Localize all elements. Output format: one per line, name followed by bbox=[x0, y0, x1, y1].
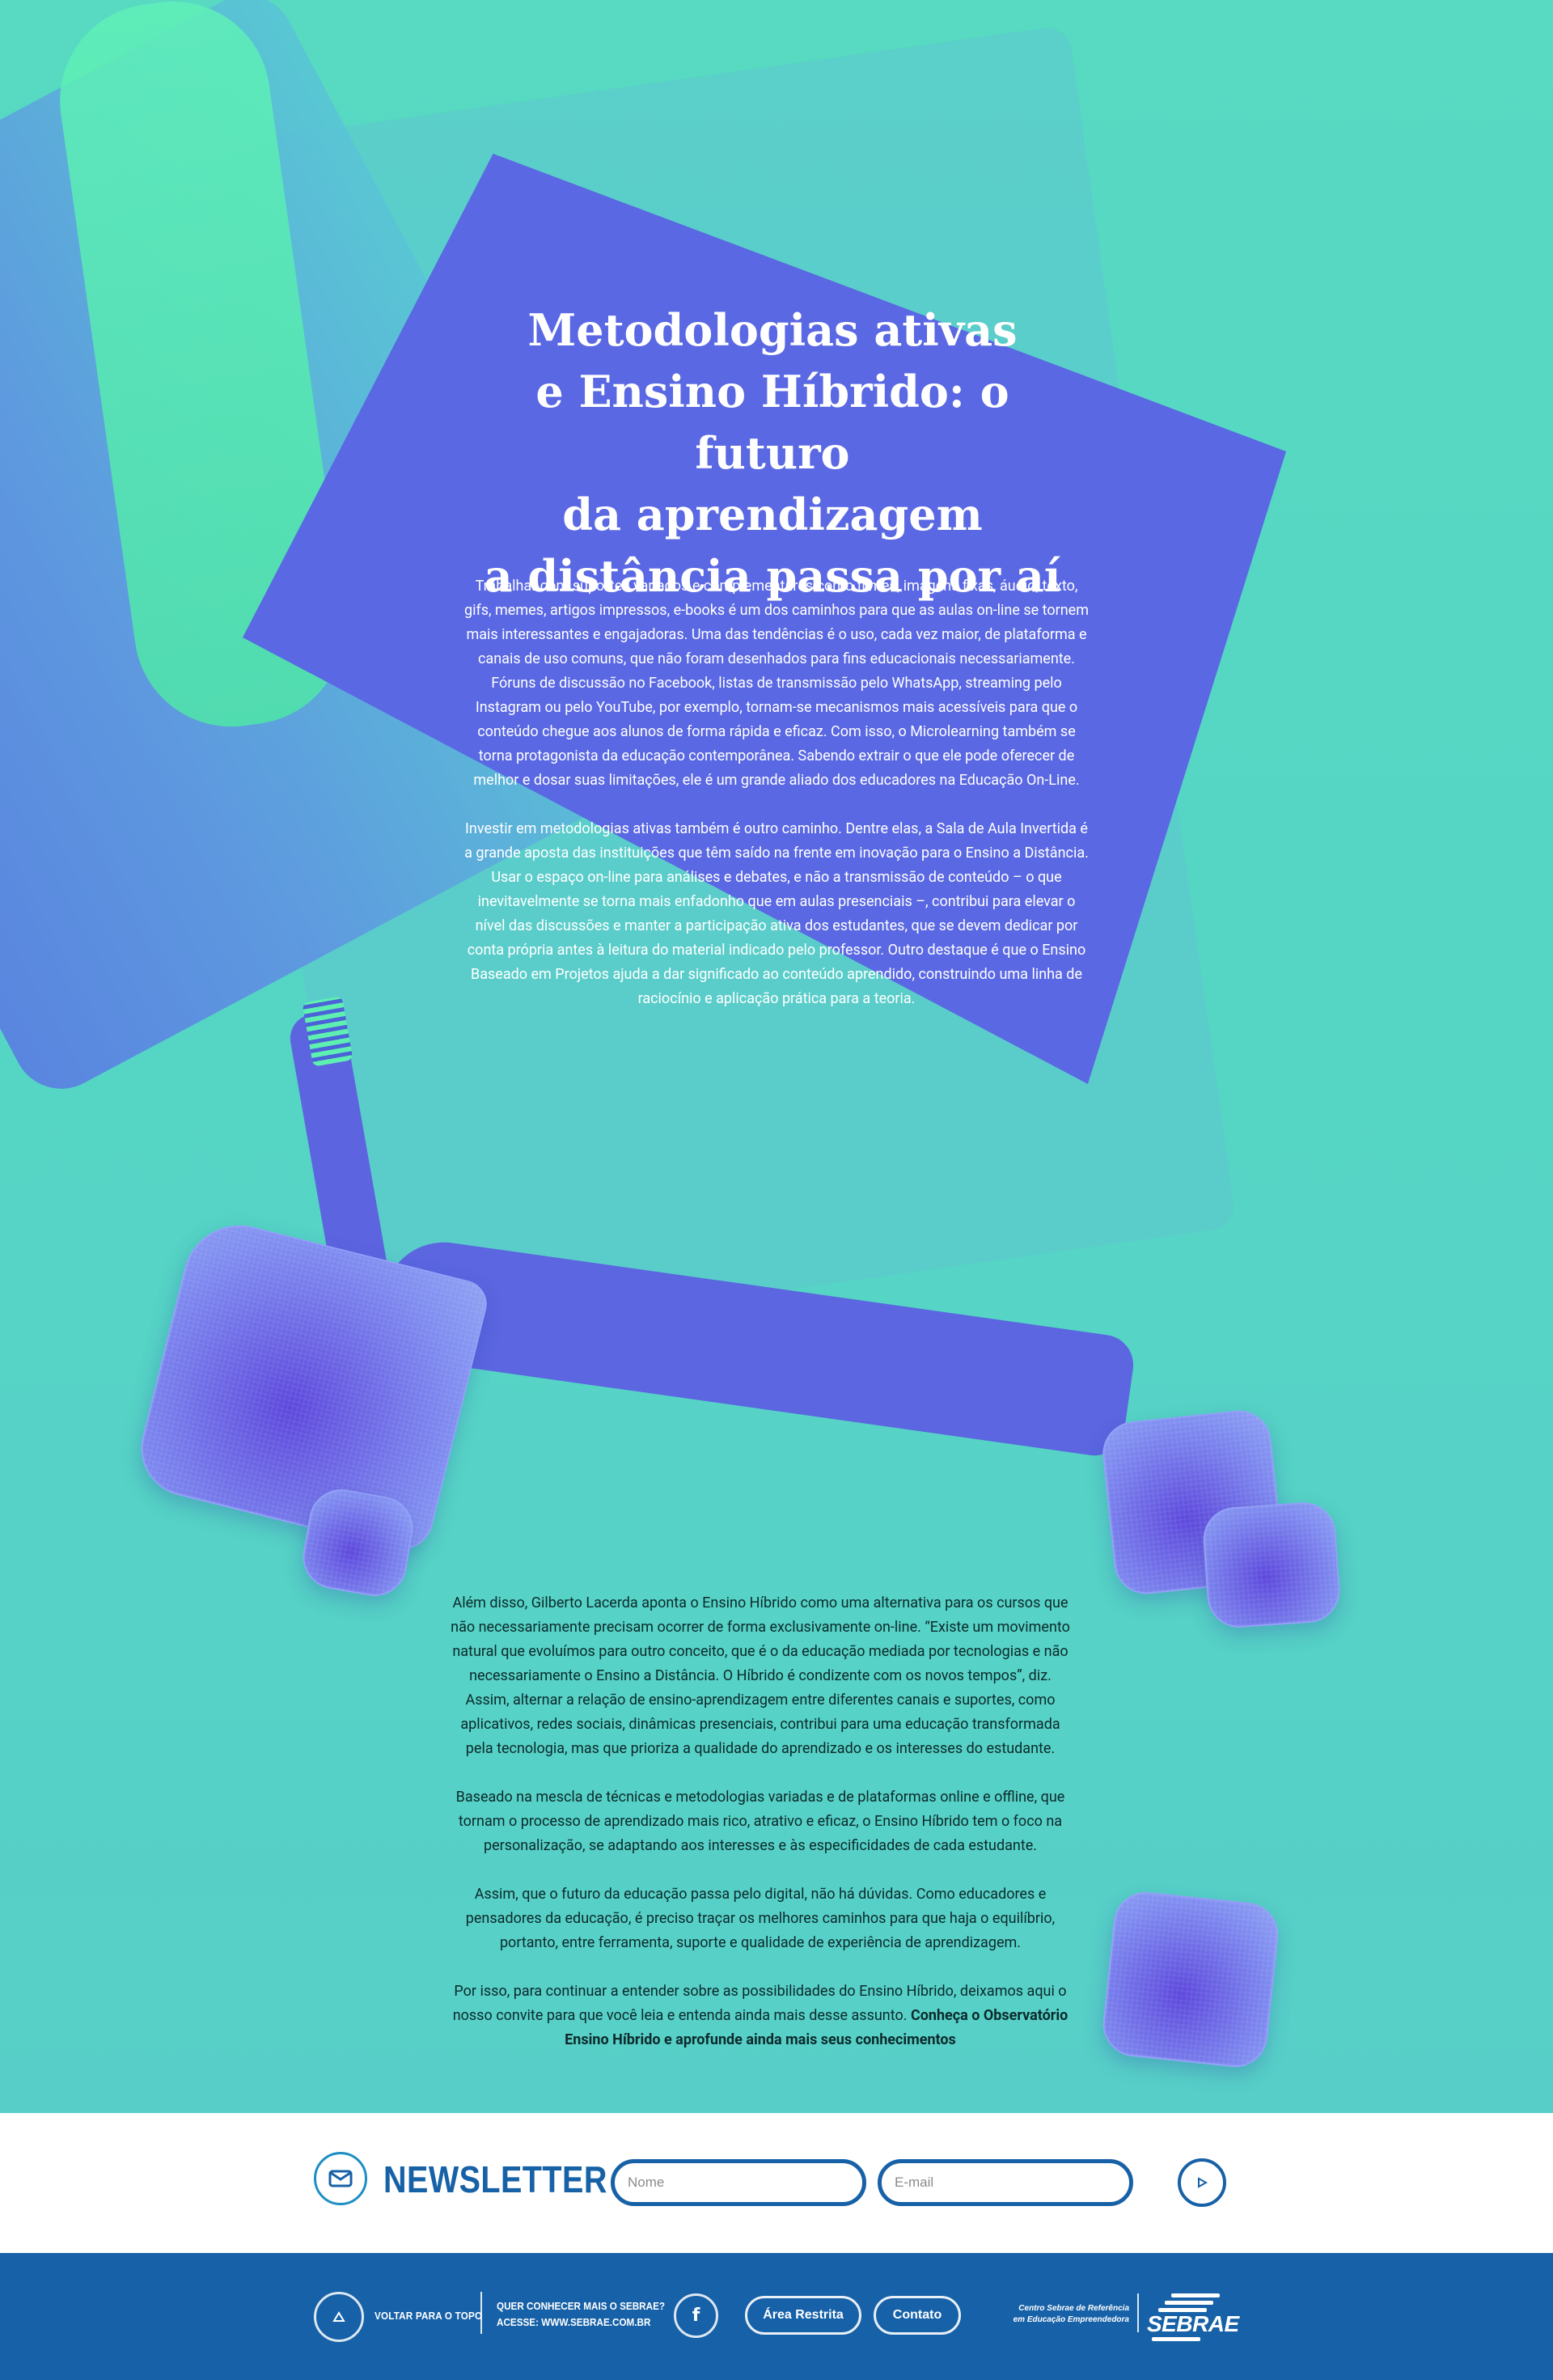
facebook-icon[interactable]: f bbox=[674, 2293, 718, 2338]
mail-icon bbox=[314, 2152, 367, 2205]
site-footer: VOLTAR PARA O TOPO QUER CONHECER MAIS O … bbox=[0, 2253, 1553, 2380]
sebrae-site-link[interactable]: ACESSE: WWW.SEBRAE.COM.BR bbox=[497, 2316, 650, 2328]
newsletter-submit-button[interactable] bbox=[1178, 2158, 1226, 2207]
restricted-area-button[interactable]: Área Restrita bbox=[745, 2296, 861, 2335]
article-title: Metodologias ativas e Ensino Híbrido: o … bbox=[484, 304, 1061, 602]
article-intro: Trabalhar com suportes variados e comple… bbox=[461, 574, 1092, 1035]
body-paragraph: Assim, que o futuro da educação passa pe… bbox=[465, 1886, 1056, 1951]
centro-line: em Educação Empreendedora bbox=[1013, 2315, 1129, 2324]
chat-bubble-decoration bbox=[1099, 1888, 1282, 2071]
newsletter-title: NEWSLETTER bbox=[383, 2158, 607, 2200]
body-paragraph: Baseado na mescla de técnicas e metodolo… bbox=[455, 1789, 1065, 1854]
article-body: Além disso, Gilberto Lacerda aponta o En… bbox=[449, 1591, 1072, 2077]
chat-bubble-decoration bbox=[1201, 1500, 1342, 1630]
newsletter-name-input[interactable] bbox=[611, 2159, 866, 2206]
sebrae-logo[interactable]: SEBRAE bbox=[1147, 2290, 1239, 2344]
back-to-top-button[interactable] bbox=[314, 2292, 364, 2342]
footer-divider bbox=[1137, 2293, 1139, 2332]
body-paragraph: Além disso, Gilberto Lacerda aponta o En… bbox=[451, 1594, 1070, 1757]
play-arrow-icon bbox=[1198, 2177, 1208, 2188]
intro-paragraph: Investir em metodologias ativas também é… bbox=[464, 820, 1089, 1007]
hero-section: Metodologias ativas e Ensino Híbrido: o … bbox=[0, 0, 1553, 2113]
know-more-question: QUER CONHECER MAIS O SEBRAE? bbox=[497, 2300, 666, 2312]
back-to-top-label[interactable]: VOLTAR PARA O TOPO bbox=[374, 2310, 482, 2322]
newsletter-bar: NEWSLETTER bbox=[0, 2113, 1553, 2253]
arrow-up-icon bbox=[332, 2311, 345, 2322]
intro-paragraph: Trabalhar com suportes variados e comple… bbox=[463, 578, 1090, 789]
centro-sebrae-label: Centro Sebrae de Referência em Educação … bbox=[985, 2303, 1129, 2326]
contact-button[interactable]: Contato bbox=[874, 2296, 961, 2335]
newsletter-email-input[interactable] bbox=[878, 2159, 1133, 2206]
centro-line: Centro Sebrae de Referência bbox=[1018, 2304, 1129, 2313]
sebrae-logo-text: SEBRAE bbox=[1147, 2311, 1239, 2336]
closing-paragraph: Por isso, para continuar a entender sobr… bbox=[449, 1980, 1072, 2052]
footer-divider bbox=[480, 2292, 482, 2334]
